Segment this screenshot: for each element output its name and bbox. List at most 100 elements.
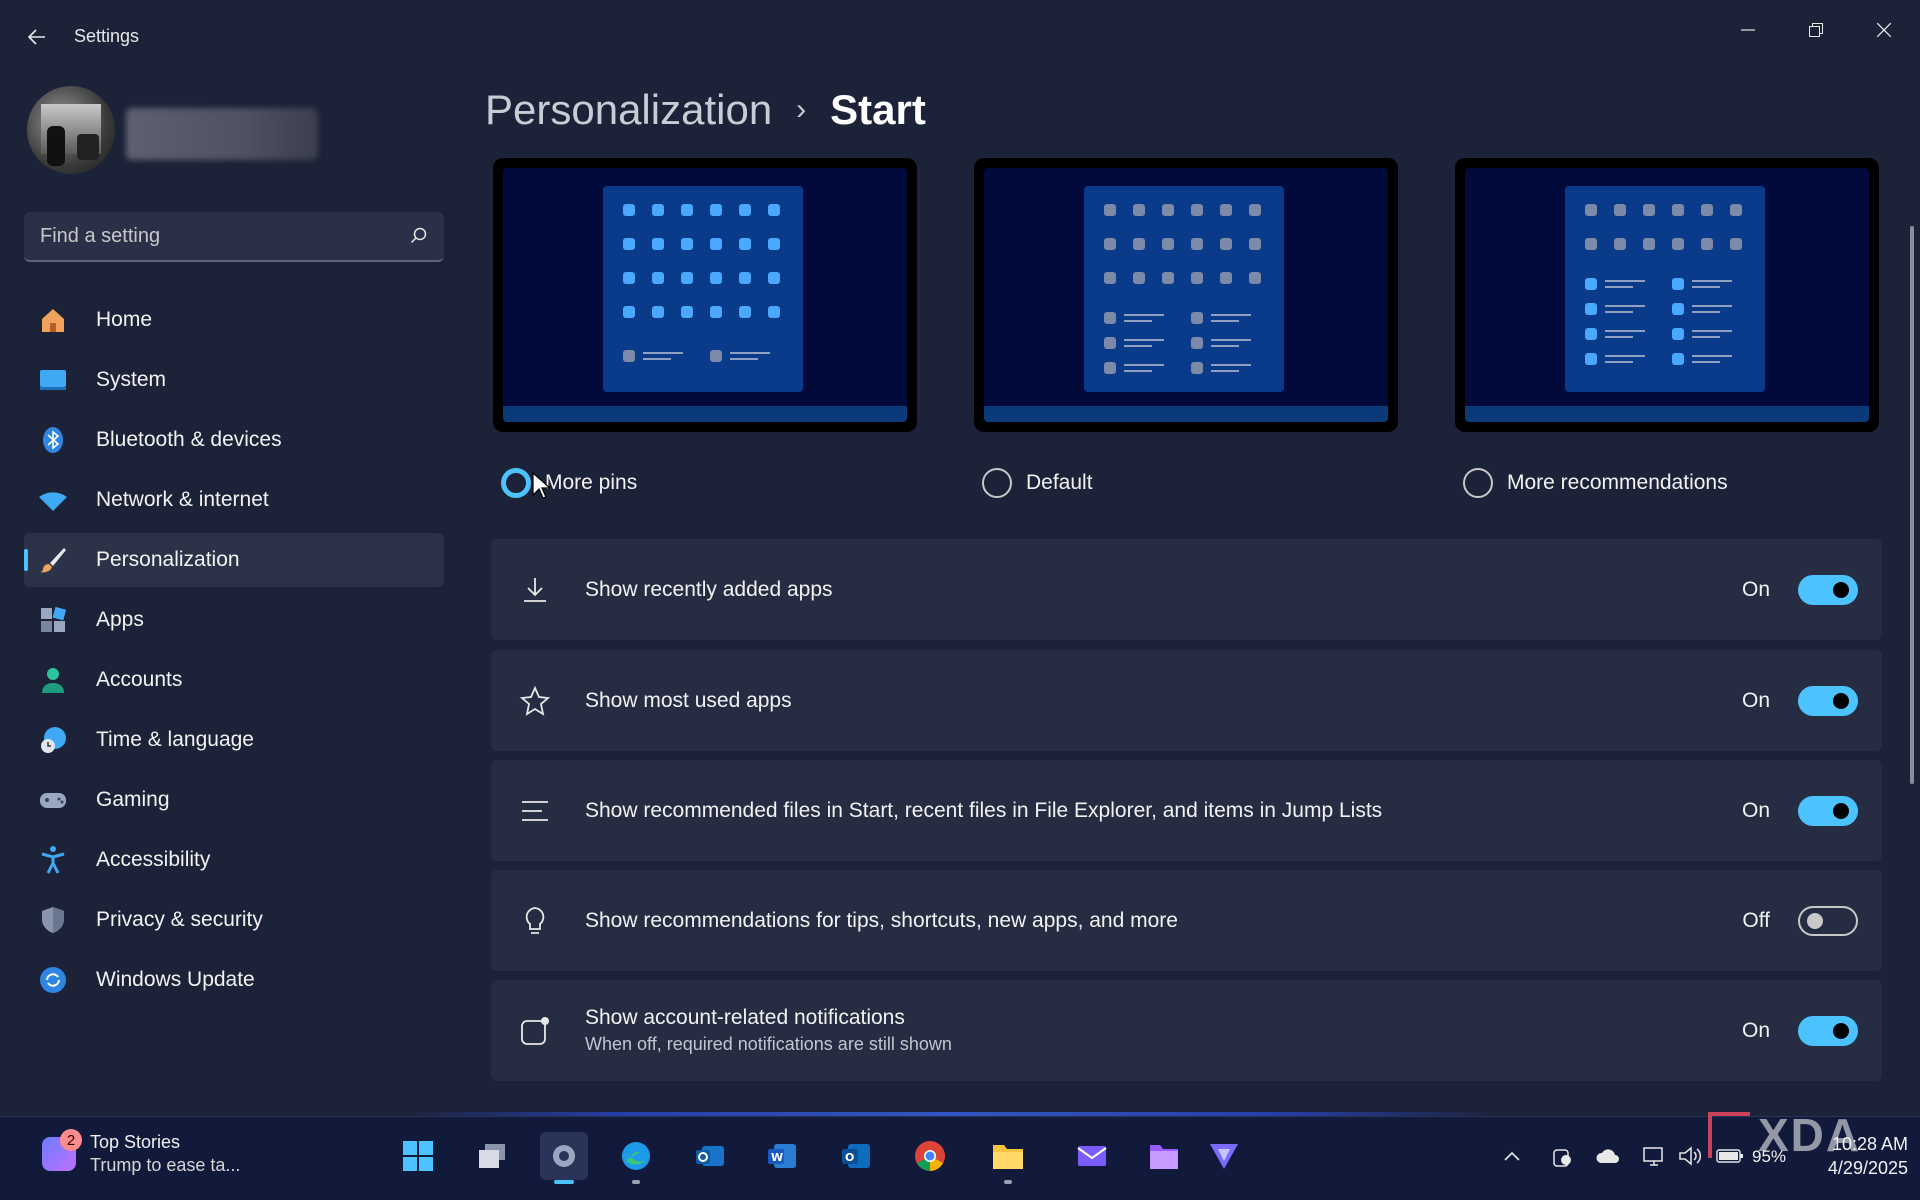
- security-tray-icon: [1553, 1149, 1571, 1167]
- toggle-switch[interactable]: [1798, 905, 1858, 936]
- close-button[interactable]: [1856, 10, 1912, 50]
- preview-line: [643, 352, 683, 354]
- setting-label: Show recommendations for tips, shortcuts…: [585, 908, 1178, 932]
- preview-tile: [1672, 353, 1684, 365]
- show-hidden-icons-button[interactable]: [1498, 1142, 1526, 1170]
- restore-icon: [1809, 23, 1823, 37]
- radio-button[interactable]: [982, 468, 1012, 498]
- preview-tile: [768, 204, 780, 216]
- preview-line: [1211, 339, 1251, 341]
- sidebar-item-label: Privacy & security: [96, 908, 263, 931]
- search-box[interactable]: [24, 212, 444, 262]
- breadcrumb-separator-icon: ›: [796, 93, 807, 126]
- preview-tile: [1730, 238, 1742, 250]
- toggle-state-label: On: [1741, 577, 1770, 601]
- preview-tile: [1672, 238, 1684, 250]
- preview-tile: [1133, 238, 1145, 250]
- preview-tile: [1701, 204, 1713, 216]
- preview-tile: [1191, 312, 1203, 324]
- taskbar-mail[interactable]: [1068, 1132, 1116, 1180]
- svg-text:O: O: [845, 1151, 854, 1164]
- sidebar-item-apps[interactable]: Apps: [24, 593, 444, 647]
- taskbar-file-explorer[interactable]: [984, 1132, 1032, 1180]
- taskbar-edge[interactable]: [612, 1132, 660, 1180]
- layout-preview-more-pins[interactable]: [493, 158, 917, 432]
- preview-tile: [1643, 238, 1655, 250]
- preview-line: [730, 358, 758, 360]
- sidebar-item-windows-update[interactable]: Windows Update: [24, 953, 444, 1007]
- ethernet-icon: [1643, 1147, 1663, 1166]
- news-widget[interactable]: 2 Top Stories Trump to ease ta...: [42, 1129, 240, 1176]
- taskbar-outlook-classic[interactable]: O: [832, 1132, 880, 1180]
- radio-button[interactable]: [1463, 468, 1493, 498]
- onedrive-button[interactable]: [1594, 1142, 1622, 1170]
- task-view-button[interactable]: [468, 1132, 516, 1180]
- preview-tile: [739, 306, 751, 318]
- preview-tile: [1162, 272, 1174, 284]
- back-button[interactable]: [22, 22, 52, 52]
- layout-preview-default[interactable]: [974, 158, 1398, 432]
- sidebar-item-system[interactable]: System: [24, 353, 444, 407]
- taskbar-settings[interactable]: [540, 1132, 588, 1180]
- preview-line: [643, 358, 671, 360]
- taskbar-chrome[interactable]: [906, 1132, 954, 1180]
- toggle-switch[interactable]: [1798, 1015, 1858, 1046]
- radio-default[interactable]: Default: [982, 468, 1093, 498]
- start-menu-preview: [1565, 186, 1765, 392]
- radio-button[interactable]: [501, 468, 531, 498]
- sidebar-item-network[interactable]: Network & internet: [24, 473, 444, 527]
- profile[interactable]: [27, 86, 115, 174]
- layout-preview-more-recommendations[interactable]: [1455, 158, 1879, 432]
- radio-more-recommendations[interactable]: More recommendations: [1463, 468, 1728, 498]
- restore-button[interactable]: [1788, 10, 1844, 50]
- preview-tile: [623, 272, 635, 284]
- preview-tile: [768, 306, 780, 318]
- toggle-switch[interactable]: [1798, 795, 1858, 826]
- sidebar-item-home[interactable]: Home: [24, 293, 444, 347]
- sidebar-item-gaming[interactable]: Gaming: [24, 773, 444, 827]
- preview-tile: [652, 306, 664, 318]
- preview-tile: [768, 238, 780, 250]
- preview-line: [1605, 286, 1633, 288]
- taskbar-files-app[interactable]: [1140, 1132, 1188, 1180]
- clock-date[interactable]: 4/29/2025: [1808, 1158, 1908, 1179]
- preview-tile: [652, 238, 664, 250]
- sidebar-item-label: Gaming: [96, 788, 170, 811]
- radio-label: Default: [1026, 471, 1093, 494]
- clock-time[interactable]: 10:28 AM: [1808, 1134, 1908, 1155]
- sidebar-item-accessibility[interactable]: Accessibility: [24, 833, 444, 887]
- toggle-switch[interactable]: [1798, 574, 1858, 605]
- scrollbar[interactable]: [1910, 226, 1914, 784]
- search-input[interactable]: [40, 224, 410, 248]
- network-button[interactable]: [1640, 1142, 1668, 1170]
- taskbar-outlook-new[interactable]: [686, 1132, 734, 1180]
- taskbar-word[interactable]: W: [758, 1132, 806, 1180]
- folder-icon: [993, 1145, 1023, 1169]
- preview-tile: [623, 238, 635, 250]
- brush-icon: [38, 545, 68, 575]
- toggle-switch[interactable]: [1798, 685, 1858, 716]
- preview-line: [1605, 330, 1645, 332]
- preview-line: [1692, 305, 1732, 307]
- sidebar-item-personalization[interactable]: Personalization: [24, 533, 444, 587]
- sidebar-item-time-language[interactable]: Time & language: [24, 713, 444, 767]
- tray-app-icon[interactable]: [1548, 1142, 1576, 1170]
- sidebar-item-bluetooth[interactable]: Bluetooth & devices: [24, 413, 444, 467]
- sidebar-item-privacy[interactable]: Privacy & security: [24, 893, 444, 947]
- sidebar-item-label: Time & language: [96, 728, 254, 751]
- preview-line: [1692, 355, 1732, 357]
- volume-button[interactable]: [1676, 1142, 1704, 1170]
- preview-tile: [1249, 272, 1261, 284]
- preview-tile: [652, 272, 664, 284]
- preview-tile: [739, 272, 751, 284]
- sidebar-item-accounts[interactable]: Accounts: [24, 653, 444, 707]
- start-button[interactable]: [394, 1132, 442, 1180]
- breadcrumb-parent[interactable]: Personalization: [485, 86, 772, 134]
- search-icon[interactable]: [410, 227, 428, 245]
- preview-tile: [1614, 238, 1626, 250]
- preview-tile: [1104, 362, 1116, 374]
- taskbar-vpn[interactable]: [1200, 1132, 1248, 1180]
- minimize-button[interactable]: [1720, 10, 1776, 50]
- radio-more-pins[interactable]: More pins: [501, 468, 637, 498]
- preview-tile: [1585, 278, 1597, 290]
